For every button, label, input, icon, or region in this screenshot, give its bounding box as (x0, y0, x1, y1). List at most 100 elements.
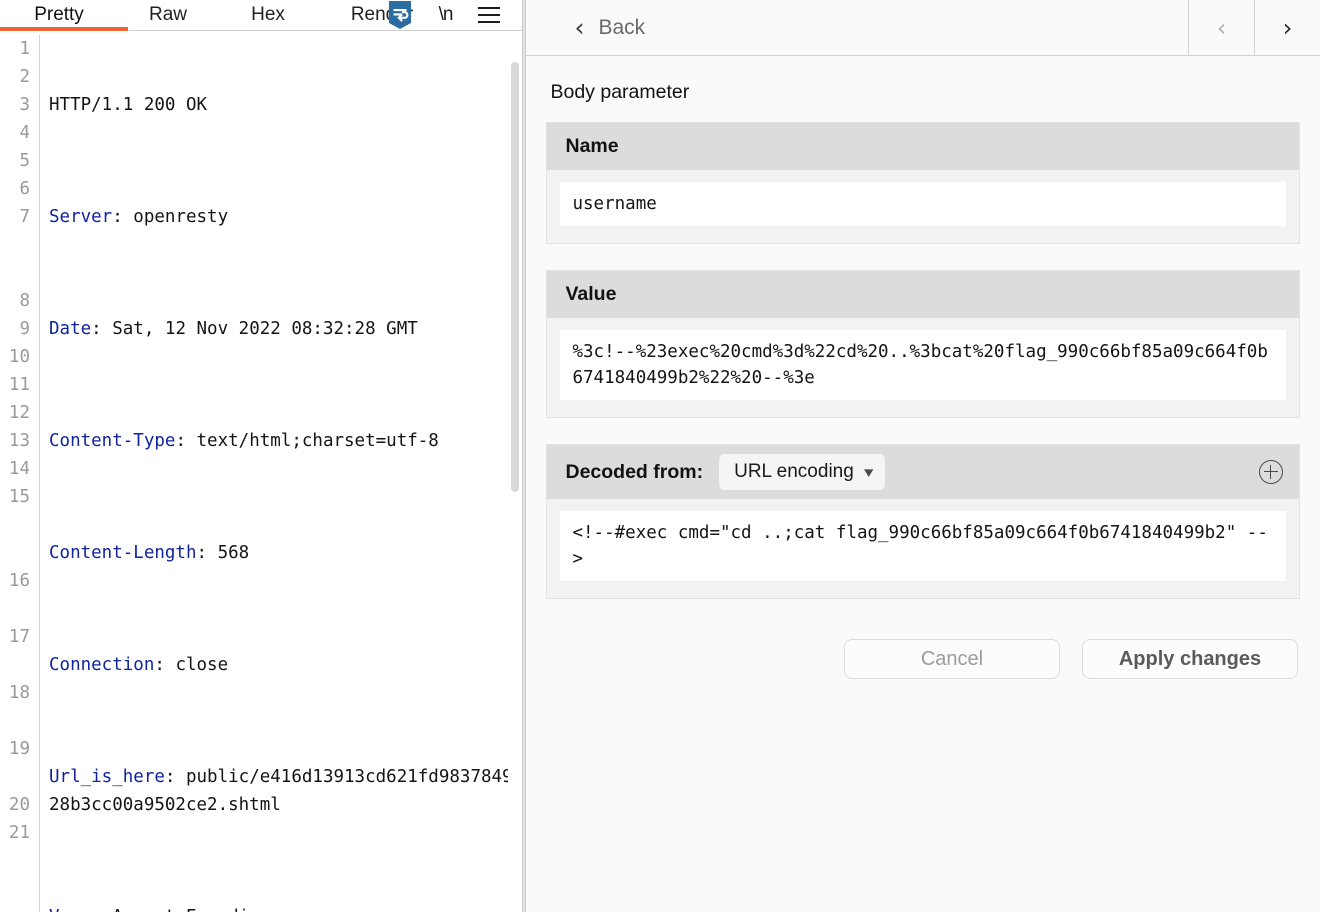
name-card-body: username (547, 170, 1299, 243)
back-label: Back (598, 15, 646, 39)
line-number (0, 595, 30, 623)
plus-circle-icon[interactable] (1259, 460, 1283, 484)
line-number: 7 (19, 207, 30, 227)
code-line-header: Vary: Accept-Encoding (49, 903, 522, 912)
decoded-value-input[interactable]: <!--#exec cmd="cd ..;cat flag_990c66bf85… (560, 511, 1286, 581)
chevron-right-icon: › (1282, 13, 1293, 42)
name-card-header: Name (547, 123, 1299, 170)
header-value: text/html;charset=utf-8 (196, 431, 439, 451)
code-line-header: Content-Length: 568 (49, 539, 522, 567)
colon-sep: : (112, 207, 134, 227)
newline-label: \n (438, 4, 454, 25)
scrollbar-thumb[interactable] (511, 62, 520, 492)
word-wrap-icon[interactable] (387, 1, 413, 29)
code-line-header: Connection: close (49, 651, 522, 679)
tab-pretty-label: Pretty (34, 4, 84, 25)
viewer-tool-buttons: \n (387, 0, 501, 30)
tab-hex-label: Hex (251, 4, 285, 25)
colon-sep: : (154, 655, 176, 675)
response-code-scroll-area[interactable]: 1 2 3 4 5 6 7 8 9 10 11 12 13 14 15 16 1… (0, 31, 523, 912)
line-number (0, 651, 30, 679)
colon-sep: : (91, 319, 113, 339)
header-value: Accept-Encoding (112, 907, 270, 912)
encoding-select-value: URL encoding (734, 461, 854, 482)
response-code-text[interactable]: HTTP/1.1 200 OK Server: openresty Date: … (40, 35, 522, 912)
tab-pretty[interactable]: Pretty (0, 0, 128, 31)
hamburger-menu-icon[interactable] (478, 5, 501, 25)
value-card: Value %3c!--%23exec%20cmd%3d%22cd%20..%3… (546, 270, 1300, 418)
action-button-row: Cancel Apply changes (546, 625, 1300, 679)
inspector-header: ‹ Back ‹ › (526, 0, 1320, 56)
header-value: 568 (217, 543, 250, 563)
tab-raw[interactable]: Raw (118, 0, 218, 30)
status-line-text: HTTP/1.1 200 OK (49, 95, 208, 115)
next-item-button[interactable]: › (1254, 0, 1320, 55)
decoded-card: Decoded from: URL encoding ▾ <!--#exec c… (546, 444, 1300, 599)
line-number: 6 (19, 179, 30, 199)
line-number: 9 (19, 319, 30, 339)
response-viewer-pane: Pretty Raw Hex Render \n 1 2 3 4 5 6 7 8… (0, 0, 523, 912)
line-number: 16 (8, 571, 30, 591)
line-number (0, 707, 30, 735)
line-number: 15 (8, 487, 30, 507)
code-line-status: HTTP/1.1 200 OK (49, 91, 522, 119)
parameter-value-input[interactable]: %3c!--%23exec%20cmd%3d%22cd%20..%3bcat%2… (560, 330, 1286, 400)
line-number: 19 (8, 739, 30, 759)
menu-bar-1 (478, 7, 501, 9)
response-vertical-scrollbar[interactable] (508, 62, 523, 912)
section-title: Body parameter (550, 81, 690, 103)
header-name: Content-Length (49, 543, 197, 563)
colon-sep: : (175, 431, 197, 451)
previous-item-button[interactable]: ‹ (1188, 0, 1254, 55)
line-number: 21 (8, 823, 30, 843)
menu-bar-3 (478, 21, 501, 23)
value-card-header: Value (547, 271, 1299, 318)
menu-bar-2 (478, 14, 501, 16)
line-number: 18 (8, 683, 30, 703)
decoded-card-header: Decoded from: URL encoding ▾ (547, 445, 1299, 499)
header-value: close (175, 655, 229, 675)
burp-message-editor-window: Pretty Raw Hex Render \n 1 2 3 4 5 6 7 8… (0, 0, 1320, 912)
newline-toggle-icon[interactable]: \n (438, 4, 454, 26)
inspector-body: Body parameter Name username Value %3c!-… (526, 56, 1320, 912)
colon-sep: : (164, 767, 186, 787)
line-number: 14 (8, 459, 30, 479)
decoded-from-label: Decoded from: (565, 460, 704, 483)
line-number-gutter: 1 2 3 4 5 6 7 8 9 10 11 12 13 14 15 16 1… (0, 35, 40, 912)
line-number: 12 (8, 403, 30, 423)
line-number (0, 875, 30, 903)
value-card-body: %3c!--%23exec%20cmd%3d%22cd%20..%3bcat%2… (547, 318, 1299, 417)
line-number: 8 (19, 291, 30, 311)
code-line-header: Server: openresty (49, 203, 522, 231)
header-name: Date (49, 319, 92, 339)
line-number: 1 (19, 39, 30, 59)
line-number (0, 847, 30, 875)
line-number: 10 (8, 347, 30, 367)
parameter-name-input[interactable]: username (560, 182, 1286, 226)
cancel-button[interactable]: Cancel (844, 639, 1060, 679)
header-name: Url_is_here (49, 767, 165, 787)
line-number: 3 (19, 95, 30, 115)
line-number (0, 231, 30, 259)
tab-hex[interactable]: Hex (218, 0, 318, 30)
line-number (0, 763, 30, 791)
back-button[interactable]: ‹ Back (526, 0, 1188, 55)
apply-changes-button[interactable]: Apply changes (1082, 639, 1298, 679)
colon-sep: : (91, 907, 112, 912)
header-name: Server (49, 207, 113, 227)
encoding-select[interactable]: URL encoding ▾ (719, 454, 886, 490)
line-number: 2 (19, 67, 30, 87)
chevron-down-icon: ▾ (863, 463, 874, 481)
tab-raw-label: Raw (148, 4, 187, 25)
code-line-header: Content-Type: text/html;charset=utf-8 (49, 427, 522, 455)
code-line-header: Date: Sat, 12 Nov 2022 08:32:28 GMT (49, 315, 522, 343)
header-value: Sat, 12 Nov 2022 08:32:28 GMT (112, 319, 418, 339)
header-value: openresty (133, 207, 229, 227)
colon-sep: : (196, 543, 218, 563)
chevron-left-icon: ‹ (574, 13, 585, 42)
line-number (0, 539, 30, 567)
line-number: 5 (19, 151, 30, 171)
line-number: 4 (19, 123, 30, 143)
message-view-tabbar: Pretty Raw Hex Render \n (0, 0, 523, 31)
inspector-pane: ‹ Back ‹ › Body parameter Name username … (526, 0, 1320, 912)
